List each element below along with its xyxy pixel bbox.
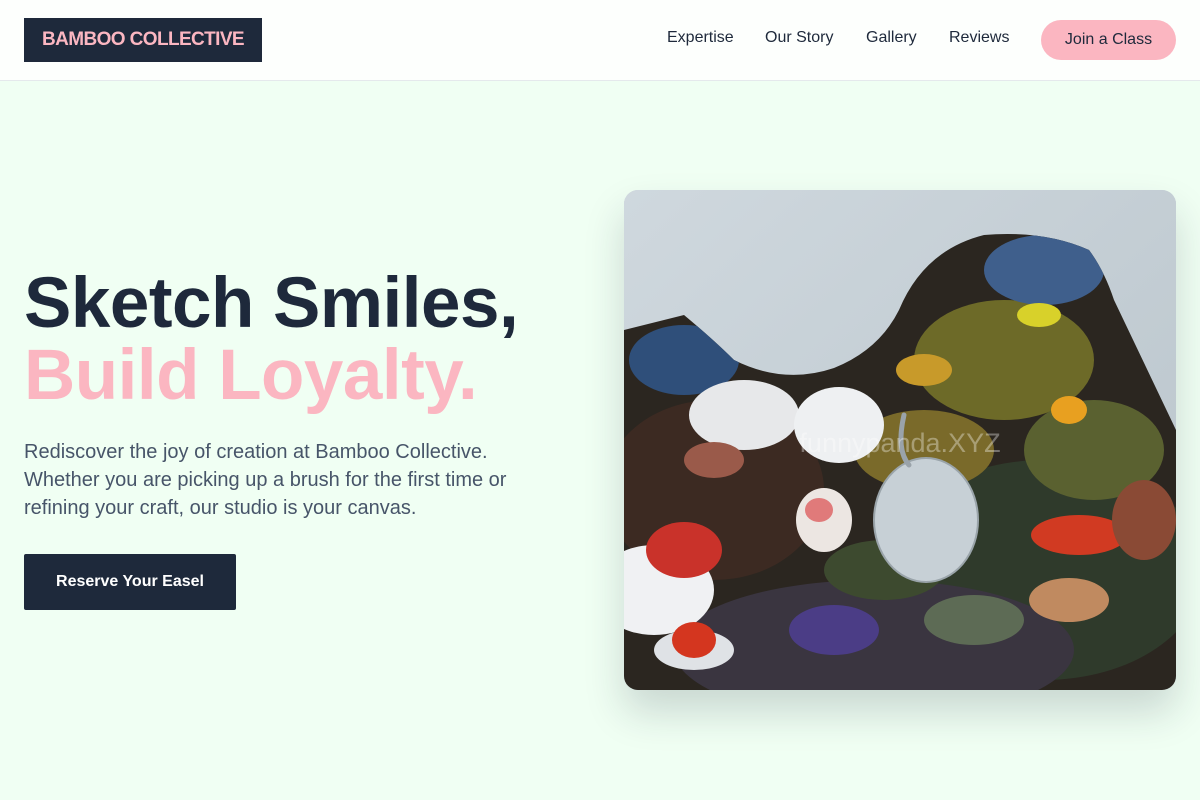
paint-palette-illustration: funnypanda.XYZ	[624, 190, 1176, 690]
nav-link-expertise[interactable]: Expertise	[667, 29, 734, 47]
top-navbar: BAMBOO COLLECTIVE Expertise Our Story Ga…	[0, 0, 1200, 81]
nav-link-gallery[interactable]: Gallery	[866, 29, 917, 47]
nav-link-reviews[interactable]: Reviews	[949, 29, 1009, 47]
nav-link-our-story[interactable]: Our Story	[765, 29, 833, 47]
reserve-easel-button[interactable]: Reserve Your Easel	[24, 554, 236, 610]
hero-text-block: Sketch Smiles, Build Loyalty.	[24, 268, 584, 412]
hero-description: Rediscover the joy of creation at Bamboo…	[24, 441, 507, 519]
join-class-button[interactable]: Join a Class	[1041, 20, 1176, 60]
hero-image-paint-palette: funnypanda.XYZ	[624, 190, 1176, 690]
image-watermark: funnypanda.XYZ	[799, 428, 1000, 458]
brand-logo[interactable]: BAMBOO COLLECTIVE	[24, 18, 262, 62]
headline-line-1: Sketch Smiles,	[24, 264, 519, 343]
headline-line-2: Build Loyalty.	[24, 336, 478, 415]
hero-headline: Sketch Smiles, Build Loyalty.	[24, 268, 584, 412]
